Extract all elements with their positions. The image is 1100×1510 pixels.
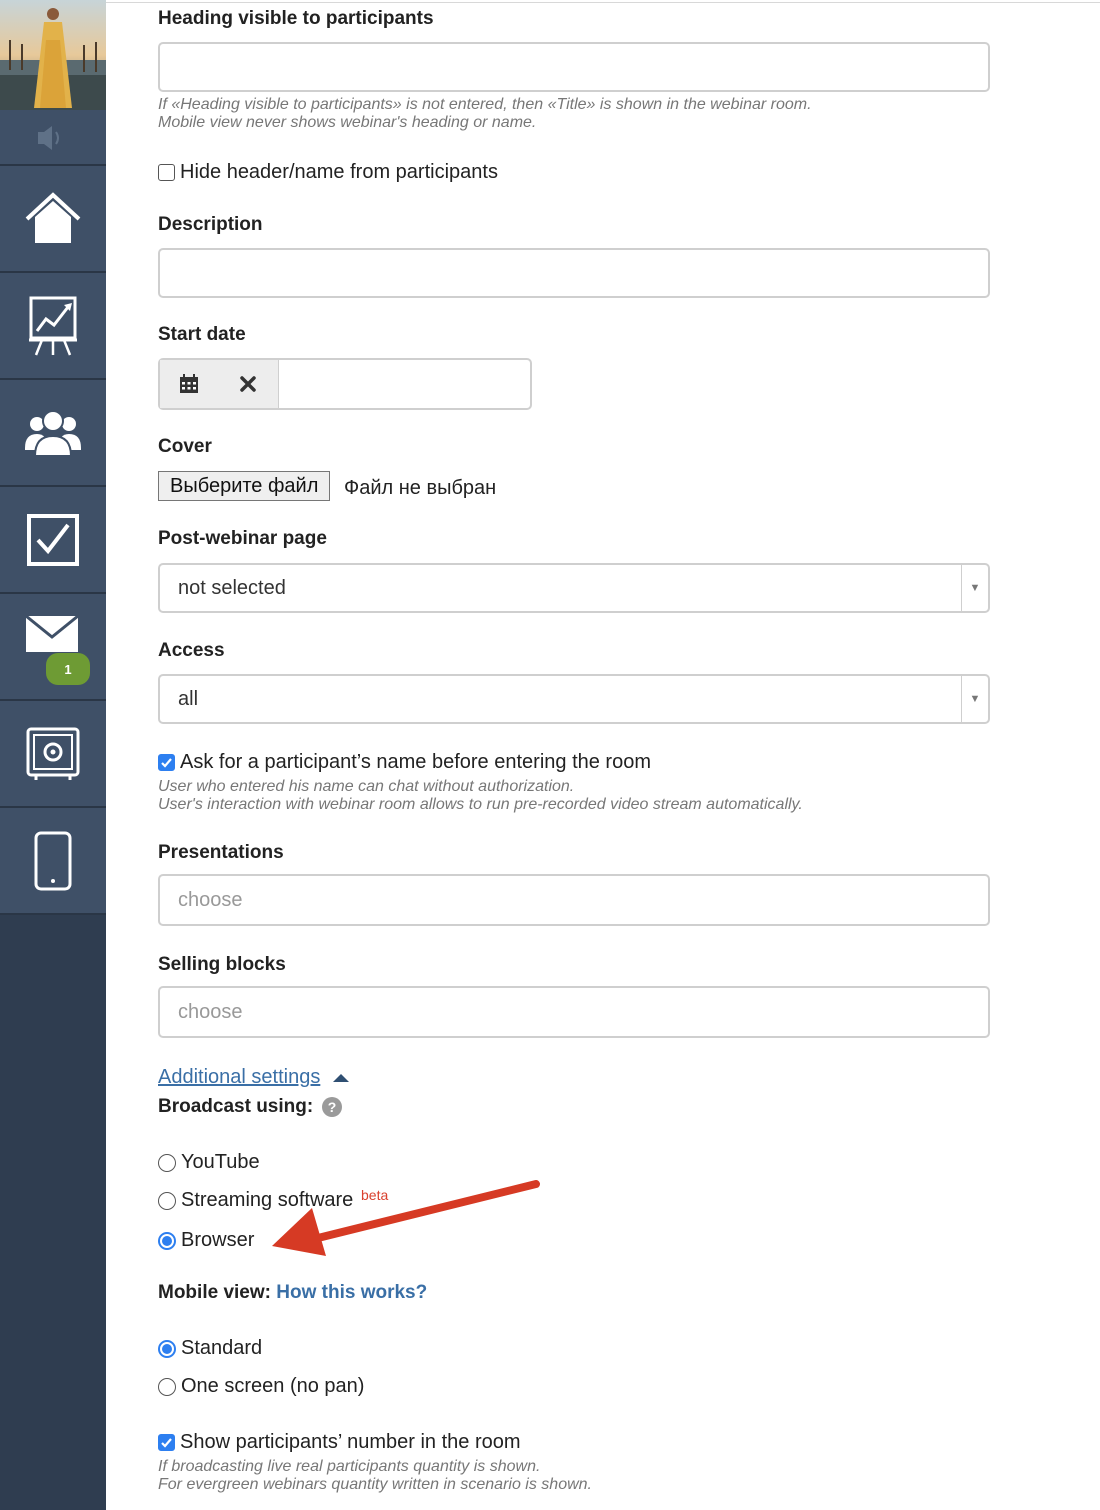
show-number-help-1: If broadcasting live real participants q…: [158, 1458, 541, 1475]
browser-radio[interactable]: [158, 1231, 176, 1250]
heading-label: Heading visible to participants: [158, 8, 434, 29]
home-icon: [25, 191, 81, 243]
sidebar-item-tasks[interactable]: [0, 487, 106, 594]
checkmark-icon: [161, 758, 172, 768]
sidebar-item-users[interactable]: [0, 380, 106, 487]
ask-name-help-1: User who entered his name can chat witho…: [158, 778, 575, 795]
ask-name-checkbox[interactable]: [158, 754, 175, 771]
sidebar-item-statistics[interactable]: [0, 273, 106, 380]
mobile-option-standard[interactable]: Standard: [158, 1337, 262, 1360]
chart-easel-icon: [29, 296, 77, 355]
calendar-button[interactable]: [160, 360, 219, 408]
start-date-label: Start date: [158, 324, 246, 345]
post-webinar-label: Post-webinar page: [158, 528, 327, 549]
access-select[interactable]: all ▼: [158, 674, 990, 724]
broadcast-heading: Broadcast using: ?: [158, 1096, 343, 1118]
checkbox-icon: [27, 513, 79, 566]
sidebar-item-home[interactable]: [0, 166, 106, 273]
streaming-radio[interactable]: [158, 1191, 176, 1210]
start-date-input[interactable]: [280, 360, 530, 408]
show-number-option[interactable]: Show participants’ number in the room: [158, 1431, 521, 1454]
standard-radio[interactable]: [158, 1339, 176, 1358]
mobile-view-heading: Mobile view: How this works?: [158, 1282, 427, 1304]
heading-input[interactable]: [158, 42, 990, 92]
hide-header-checkbox[interactable]: [158, 164, 175, 181]
access-label: Access: [158, 640, 225, 661]
browser-label: Browser: [181, 1229, 255, 1251]
start-date-field: [158, 358, 532, 410]
standard-label: Standard: [181, 1337, 263, 1359]
presentations-label: Presentations: [158, 842, 284, 863]
heading-help-1: If «Heading visible to participants» is …: [158, 96, 812, 113]
hide-header-option[interactable]: Hide header/name from participants: [158, 161, 498, 184]
sidebar-item-mail[interactable]: [0, 594, 106, 701]
post-webinar-value: not selected: [178, 577, 286, 599]
safe-icon: [26, 727, 80, 780]
dropdown-arrow-icon: ▼: [961, 676, 988, 722]
one-screen-radio[interactable]: [158, 1377, 176, 1396]
ask-name-label: Ask for a participant’s name before ente…: [180, 751, 651, 773]
heading-help-2: Mobile view never shows webinar's headin…: [158, 114, 537, 131]
help-icon[interactable]: ?: [322, 1097, 343, 1117]
how-this-works-link[interactable]: How this works?: [276, 1282, 427, 1303]
selling-blocks-placeholder: choose: [178, 1001, 243, 1023]
choose-file-button[interactable]: Выберите файл: [158, 471, 331, 501]
youtube-label: YouTube: [181, 1151, 260, 1173]
broadcast-option-browser[interactable]: Browser: [158, 1229, 254, 1252]
show-number-checkbox[interactable]: [158, 1434, 175, 1451]
calendar-icon: [180, 374, 198, 393]
youtube-radio[interactable]: [158, 1153, 176, 1172]
presentations-input[interactable]: choose: [158, 874, 990, 926]
show-number-help-2: For evergreen webinars quantity written …: [158, 1476, 592, 1493]
mobile-option-one-screen[interactable]: One screen (no pan): [158, 1375, 364, 1398]
clear-date-button[interactable]: [218, 360, 279, 408]
selling-blocks-label: Selling blocks: [158, 954, 286, 975]
sidebar: 1: [0, 0, 106, 1510]
hide-header-label: Hide header/name from participants: [180, 161, 498, 183]
users-icon: [25, 409, 81, 457]
dropdown-arrow-icon: ▼: [961, 565, 988, 611]
mail-count-badge: 1: [46, 653, 90, 685]
sidebar-item-safe[interactable]: [0, 701, 106, 808]
broadcast-label: Broadcast using:: [158, 1096, 314, 1117]
additional-settings-text: Additional settings: [158, 1066, 321, 1088]
mobile-phone-icon: [34, 831, 72, 890]
cover-label: Cover: [158, 436, 212, 457]
close-icon: [240, 376, 256, 392]
mobile-view-label: Mobile view:: [158, 1282, 271, 1303]
presentations-placeholder: choose: [178, 889, 243, 911]
broadcast-option-youtube[interactable]: YouTube: [158, 1151, 260, 1174]
one-screen-label: One screen (no pan): [181, 1375, 365, 1397]
access-value: all: [178, 688, 199, 710]
description-label: Description: [158, 214, 263, 235]
volume-strip[interactable]: [0, 110, 106, 166]
show-number-label: Show participants’ number in the room: [180, 1431, 521, 1453]
post-webinar-select[interactable]: not selected ▼: [158, 563, 990, 613]
avatar[interactable]: [0, 0, 106, 110]
additional-settings-link[interactable]: Additional settings: [158, 1066, 350, 1089]
envelope-icon: [25, 614, 79, 652]
caret-up-icon: [333, 1073, 350, 1082]
top-divider: [106, 2, 1100, 3]
annotation-arrow: [272, 1180, 540, 1256]
sidebar-item-mobile[interactable]: [0, 808, 106, 915]
file-status-text: Файл не выбран: [344, 477, 497, 499]
ask-name-option[interactable]: Ask for a participant’s name before ente…: [158, 751, 651, 774]
svg-text:?: ?: [328, 1099, 337, 1115]
ask-name-help-2: User's interaction with webinar room all…: [158, 796, 803, 813]
checkmark-icon: [161, 1438, 172, 1448]
selling-blocks-input[interactable]: choose: [158, 986, 990, 1038]
description-input[interactable]: [158, 248, 990, 298]
